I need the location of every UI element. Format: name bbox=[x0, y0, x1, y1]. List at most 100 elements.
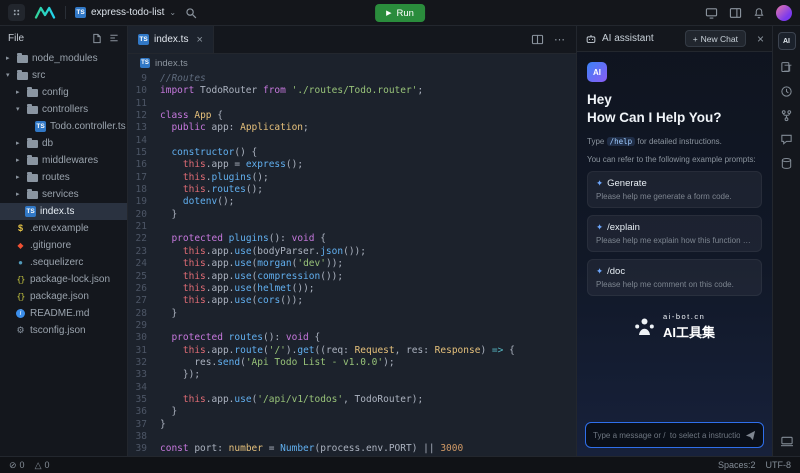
file-name: .sequelizerc bbox=[30, 257, 83, 268]
topbar-actions bbox=[705, 5, 792, 21]
search-icon[interactable] bbox=[185, 7, 197, 19]
close-tab-icon[interactable]: × bbox=[196, 34, 202, 46]
line-number: 34 bbox=[128, 382, 160, 394]
chevron-down-icon: ⌄ bbox=[169, 9, 176, 17]
chat-input-bar bbox=[585, 422, 764, 448]
folder-icon bbox=[27, 157, 38, 165]
code-line: 10import TodoRouter from './routes/Todo.… bbox=[128, 85, 576, 97]
history-icon[interactable] bbox=[780, 85, 793, 98]
tab-index-ts[interactable]: TS index.ts × bbox=[128, 26, 214, 53]
send-icon[interactable] bbox=[745, 430, 756, 441]
chevron-right-icon: ▸ bbox=[16, 191, 23, 198]
new-file-icon[interactable] bbox=[92, 33, 102, 44]
tree-item-index.ts[interactable]: TSindex.ts bbox=[0, 203, 127, 220]
chat-input[interactable] bbox=[593, 431, 740, 440]
code-line: 27 this.app.use(cors()); bbox=[128, 295, 576, 307]
line-number: 32 bbox=[128, 357, 160, 369]
screen-share-icon[interactable] bbox=[705, 7, 718, 19]
more-actions-icon[interactable]: ⋯ bbox=[554, 33, 566, 46]
code-editor[interactable]: 9//Routes10import TodoRouter from './rou… bbox=[128, 72, 576, 456]
tree-item-.sequelizerc[interactable]: ● .sequelizerc bbox=[0, 254, 127, 271]
tree-item-controllers[interactable]: ▾controllers bbox=[0, 101, 127, 118]
tree-item-package-lock.json[interactable]: {}package-lock.json bbox=[0, 271, 127, 288]
app-logo-icon bbox=[34, 6, 56, 19]
new-chat-button[interactable]: + New Chat bbox=[685, 30, 746, 47]
tree-item-package.json[interactable]: {} package.json bbox=[0, 288, 127, 305]
prompt-description: Please help me generate a form code. bbox=[596, 192, 753, 201]
tree-item-.gitignore[interactable]: ◆.gitignore bbox=[0, 237, 127, 254]
tree-item-config[interactable]: ▸config bbox=[0, 84, 127, 101]
collapse-all-icon[interactable] bbox=[109, 33, 119, 43]
code-line: 22 protected plugins(): void { bbox=[128, 233, 576, 245]
line-number: 17 bbox=[128, 172, 160, 184]
split-editor-icon[interactable] bbox=[531, 34, 544, 45]
tree-item-middlewares[interactable]: ▸middlewares bbox=[0, 152, 127, 169]
breadcrumb[interactable]: TS index.ts bbox=[128, 54, 576, 72]
tree-item-node_modules[interactable]: ▸node_modules bbox=[0, 50, 127, 67]
ai-chat-icon[interactable]: AI bbox=[778, 32, 796, 50]
tree-item-Todo.controller.ts[interactable]: TS Todo.controller.ts bbox=[0, 118, 127, 135]
code-line: 32 res.send('Api Todo List - v1.0.0'); bbox=[128, 357, 576, 369]
tree-item-routes[interactable]: ▸routes bbox=[0, 169, 127, 186]
branch-icon[interactable] bbox=[780, 109, 793, 122]
greeting-line-1: Hey bbox=[587, 91, 762, 109]
run-button[interactable]: ▶ Run bbox=[375, 4, 425, 22]
indentation-status[interactable]: Spaces:2 bbox=[718, 460, 756, 470]
tree-item-tsconfig.json[interactable]: ⚙ tsconfig.json bbox=[0, 322, 127, 339]
code-line: 38 bbox=[128, 431, 576, 443]
prompts-intro: You can refer to the following example p… bbox=[587, 155, 762, 164]
prompt-card-explain[interactable]: ✦/explainPlease help me explain how this… bbox=[587, 215, 762, 252]
chevron-down-icon: ▾ bbox=[16, 106, 23, 113]
json-file-icon: {} bbox=[15, 293, 26, 301]
docs-icon[interactable] bbox=[780, 61, 793, 74]
robot-icon bbox=[585, 33, 597, 45]
line-number: 29 bbox=[128, 320, 160, 332]
avatar[interactable] bbox=[776, 5, 792, 21]
prompt-card-Generate[interactable]: ✦GeneratePlease help me generate a form … bbox=[587, 171, 762, 208]
layout-icon[interactable] bbox=[729, 7, 742, 19]
watermark-name: AI工具集 bbox=[663, 322, 715, 341]
tree-item-services[interactable]: ▸services bbox=[0, 186, 127, 203]
comments-icon[interactable] bbox=[780, 133, 793, 146]
prompt-title: /explain bbox=[607, 222, 640, 233]
line-number: 16 bbox=[128, 159, 160, 171]
ai-assistant-panel: AI assistant + New Chat × AI Hey How Can… bbox=[576, 26, 772, 456]
encoding-status[interactable]: UTF-8 bbox=[766, 460, 792, 470]
bell-icon[interactable] bbox=[753, 7, 765, 19]
tree-item-.env.example[interactable]: $.env.example bbox=[0, 220, 127, 237]
tree-item-db[interactable]: ▸db bbox=[0, 135, 127, 152]
line-number: 21 bbox=[128, 221, 160, 233]
device-preview-icon[interactable] bbox=[780, 435, 794, 448]
database-icon[interactable] bbox=[780, 157, 793, 170]
code-line: 20 } bbox=[128, 209, 576, 221]
seq-file-icon: ● bbox=[15, 259, 26, 267]
line-number: 18 bbox=[128, 184, 160, 196]
watermark: ai-bot.cn AI工具集 bbox=[587, 312, 762, 341]
help-command-chip[interactable]: /help bbox=[607, 137, 636, 146]
project-selector[interactable]: TS express-todo-list ⌄ bbox=[75, 7, 176, 18]
warnings-status[interactable]: △ 0 bbox=[35, 460, 50, 471]
tree-item-README.md[interactable]: iREADME.md bbox=[0, 305, 127, 322]
cfg-file-icon: ⚙ bbox=[15, 326, 26, 335]
code-line: 30 protected routes(): void { bbox=[128, 332, 576, 344]
typescript-icon: TS bbox=[140, 58, 150, 68]
file-name: src bbox=[32, 70, 45, 81]
prompt-card-doc[interactable]: ✦/docPlease help me comment on this code… bbox=[587, 259, 762, 296]
file-name: Todo.controller.ts bbox=[50, 121, 126, 132]
typescript-icon: TS bbox=[35, 121, 46, 132]
file-name: tsconfig.json bbox=[30, 325, 86, 336]
file-name: package.json bbox=[30, 291, 89, 302]
close-panel-icon[interactable]: × bbox=[757, 32, 764, 46]
line-number: 33 bbox=[128, 369, 160, 381]
errors-status[interactable]: ⊘ 0 bbox=[9, 460, 25, 471]
file-tree: ▸node_modules▾src▸config▾controllersTSTo… bbox=[0, 50, 127, 339]
folder-icon bbox=[17, 55, 28, 63]
code-line: 16 this.app = express(); bbox=[128, 159, 576, 171]
file-name: config bbox=[42, 87, 69, 98]
project-name: express-todo-list bbox=[91, 7, 164, 18]
menu-icon[interactable] bbox=[8, 4, 25, 21]
tree-item-src[interactable]: ▾src bbox=[0, 67, 127, 84]
sparkle-icon: ✦ bbox=[596, 178, 603, 189]
greeting-line-2: How Can I Help You? bbox=[587, 109, 762, 127]
code-line: 15 constructor() { bbox=[128, 147, 576, 159]
